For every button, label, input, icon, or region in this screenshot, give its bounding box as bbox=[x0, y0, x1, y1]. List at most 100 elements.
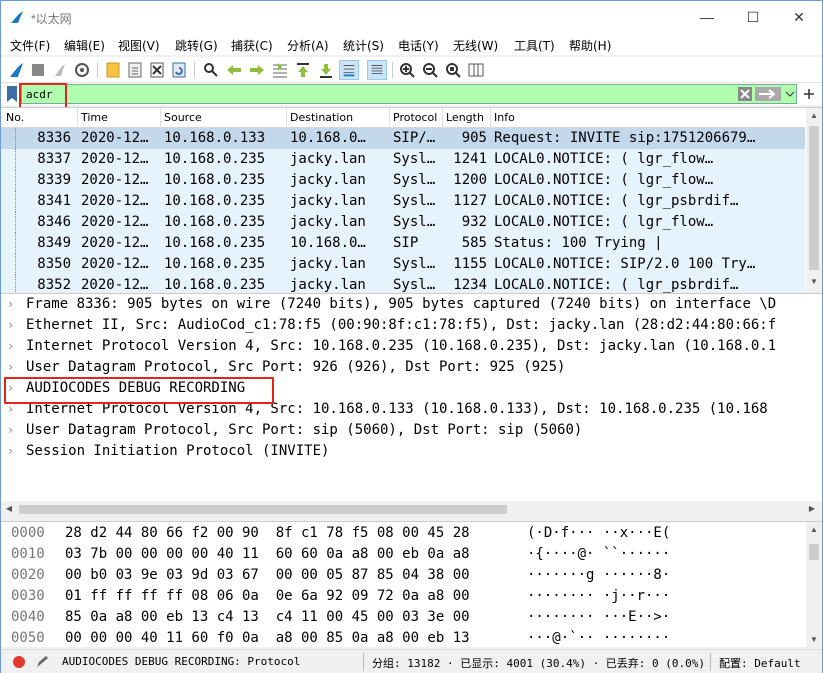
status-bar: AUDIOCODES DEBUG RECORDING: Protocol 分组:… bbox=[1, 649, 822, 673]
column-source[interactable]: Source bbox=[164, 111, 202, 124]
display-filter-input[interactable]: acdr bbox=[21, 84, 797, 104]
packet-cell-len: 585 bbox=[461, 235, 487, 251]
resize-columns-icon[interactable] bbox=[466, 60, 486, 80]
main-window: *以太网 — ☐ ✕ 文件(F) 编辑(E) 视图(V) 跳转(G) 捕获(C)… bbox=[0, 0, 823, 673]
column-destination[interactable]: Destination bbox=[290, 111, 353, 124]
packet-cell-proto: Sysl… bbox=[393, 151, 436, 167]
apply-filter-icon[interactable] bbox=[755, 86, 781, 102]
expand-chevron-icon[interactable]: › bbox=[7, 444, 14, 458]
packet-cell-proto: SIP bbox=[393, 235, 419, 251]
filter-history-dropdown-icon[interactable] bbox=[784, 86, 796, 102]
hex-ascii: ···@·`·· ········ bbox=[527, 630, 671, 646]
close-file-icon[interactable] bbox=[147, 60, 167, 80]
packet-cell-no: 8352 bbox=[37, 277, 71, 293]
capture-options-icon[interactable] bbox=[72, 60, 92, 80]
packet-row[interactable]: 8339 2020-12… 10.168.0.235 jacky.lan Sysl… 12… bbox=[1, 170, 805, 191]
menu-bar: 文件(F) 编辑(E) 视图(V) 跳转(G) 捕获(C) 分析(A) 统计(S… bbox=[1, 33, 822, 55]
packet-cell-no: 8346 bbox=[37, 214, 71, 230]
zoom-normal-icon[interactable] bbox=[443, 60, 463, 80]
menu-analyze[interactable]: 分析(A) bbox=[287, 37, 329, 54]
menu-tools[interactable]: 工具(T) bbox=[514, 37, 555, 54]
column-info[interactable]: Info bbox=[494, 111, 515, 124]
packet-cell-info: LOCAL0.NOTICE: ( lgr_psbrdif… bbox=[494, 277, 739, 293]
title-bar: *以太网 — ☐ ✕ bbox=[1, 1, 822, 33]
add-filter-button-icon[interactable] bbox=[802, 86, 816, 102]
menu-file[interactable]: 文件(F) bbox=[10, 37, 50, 54]
restart-capture-icon[interactable] bbox=[50, 60, 70, 80]
status-packet-stats: 分组: 13182 · 已显示: 4001 (30.4%) · 已丢弃: 0 (… bbox=[372, 657, 706, 670]
menu-telephony[interactable]: 电话(Y) bbox=[398, 37, 439, 54]
menu-wireless[interactable]: 无线(W) bbox=[453, 37, 498, 54]
expand-chevron-icon[interactable]: › bbox=[7, 402, 14, 416]
hex-offset: 0020 bbox=[11, 567, 45, 583]
expand-chevron-icon[interactable]: › bbox=[7, 339, 14, 353]
auto-scroll-icon[interactable] bbox=[339, 60, 359, 80]
menu-edit[interactable]: 编辑(E) bbox=[64, 37, 105, 54]
column-time[interactable]: Time bbox=[81, 111, 108, 124]
packet-cell-info: LOCAL0.NOTICE: SIP/2.0 100 Try… bbox=[494, 256, 756, 272]
close-button[interactable]: ✕ bbox=[776, 1, 822, 33]
packet-cell-len: 932 bbox=[461, 214, 487, 230]
zoom-in-icon[interactable] bbox=[397, 60, 417, 80]
go-forward-icon[interactable] bbox=[247, 60, 267, 80]
packet-cell-info: LOCAL0.NOTICE: ( lgr_psbrdif… bbox=[494, 193, 739, 209]
zoom-out-icon[interactable] bbox=[420, 60, 440, 80]
status-field-info: AUDIOCODES DEBUG RECORDING: Protocol bbox=[62, 655, 301, 668]
packet-bytes: 0000 28 d2 44 80 66 f2 00 90 8f c1 78 f5 … bbox=[1, 521, 822, 647]
edit-comment-icon[interactable] bbox=[34, 654, 50, 670]
packet-cell-no: 8349 bbox=[37, 235, 71, 251]
packet-row[interactable]: 8350 2020-12… 10.168.0.235 jacky.lan Sysl… 11… bbox=[1, 254, 805, 275]
expand-chevron-icon[interactable]: › bbox=[7, 297, 14, 311]
filter-bookmark-icon[interactable] bbox=[5, 85, 19, 103]
packet-cell-len: 1241 bbox=[453, 151, 487, 167]
packet-cell-dst: jacky.lan bbox=[290, 151, 366, 167]
colorize-icon[interactable] bbox=[367, 60, 387, 80]
expand-chevron-icon[interactable]: › bbox=[7, 423, 14, 437]
go-back-icon[interactable] bbox=[224, 60, 244, 80]
first-packet-icon[interactable] bbox=[293, 60, 313, 80]
bytes-scrollbar[interactable]: ▲ ▼ bbox=[806, 522, 822, 647]
expand-chevron-icon[interactable]: › bbox=[7, 360, 14, 374]
detail-text: Frame 8336: 905 bytes on wire (7240 bits… bbox=[26, 296, 777, 312]
packet-cell-info: LOCAL0.NOTICE: ( lgr_flow… bbox=[494, 172, 714, 188]
menu-help[interactable]: 帮助(H) bbox=[569, 37, 611, 54]
capture-status-icon[interactable] bbox=[11, 654, 27, 670]
clear-filter-icon[interactable] bbox=[738, 86, 752, 102]
packet-cell-len: 1234 bbox=[453, 277, 487, 293]
go-to-packet-icon[interactable] bbox=[270, 60, 290, 80]
menu-go[interactable]: 跳转(G) bbox=[175, 37, 218, 54]
column-length[interactable]: Length bbox=[446, 111, 484, 124]
packet-cell-src: 10.168.0.235 bbox=[164, 235, 266, 251]
packet-cell-src: 10.168.0.133 bbox=[164, 130, 266, 146]
start-capture-icon[interactable] bbox=[6, 60, 26, 80]
packet-row[interactable]: 8346 2020-12… 10.168.0.235 jacky.lan Sysl… 93… bbox=[1, 212, 805, 233]
menu-capture[interactable]: 捕获(C) bbox=[231, 37, 273, 54]
save-file-icon[interactable] bbox=[125, 60, 145, 80]
packet-cell-no: 8337 bbox=[37, 151, 71, 167]
packet-list-scrollbar[interactable]: ▲ ▼ bbox=[806, 108, 822, 290]
details-horizontal-scrollbar[interactable]: ◀ ▶ bbox=[1, 501, 822, 517]
packet-cell-src: 10.168.0.235 bbox=[164, 193, 266, 209]
reload-file-icon[interactable] bbox=[169, 60, 189, 80]
packet-cell-time: 2020-12… bbox=[81, 130, 149, 146]
open-file-icon[interactable] bbox=[103, 60, 123, 80]
menu-statistics[interactable]: 统计(S) bbox=[343, 37, 384, 54]
column-protocol[interactable]: Protocol bbox=[393, 111, 437, 124]
minimize-button[interactable]: — bbox=[684, 1, 730, 33]
stop-capture-icon[interactable] bbox=[28, 60, 48, 80]
packet-row[interactable]: 8336 2020-12… 10.168.0.133 10.168.0… SIP/… 90… bbox=[1, 128, 805, 149]
packet-row[interactable]: 8337 2020-12… 10.168.0.235 jacky.lan Sysl… 12… bbox=[1, 149, 805, 170]
detail-text: User Datagram Protocol, Src Port: 926 (9… bbox=[26, 359, 566, 375]
packet-cell-info: Request: INVITE sip:1751206679… bbox=[494, 130, 756, 146]
status-profile[interactable]: 配置: Default bbox=[719, 655, 801, 671]
menu-view[interactable]: 视图(V) bbox=[118, 37, 160, 54]
packet-cell-time: 2020-12… bbox=[81, 151, 149, 167]
expand-chevron-icon[interactable]: › bbox=[7, 318, 14, 332]
packet-row[interactable]: 8341 2020-12… 10.168.0.235 jacky.lan Sysl… 11… bbox=[1, 191, 805, 212]
column-no[interactable]: No. bbox=[6, 111, 24, 124]
maximize-button[interactable]: ☐ bbox=[730, 1, 776, 33]
packet-cell-dst: 10.168.0… bbox=[290, 235, 366, 251]
packet-row[interactable]: 8349 2020-12… 10.168.0.235 10.168.0… SIP 585 S… bbox=[1, 233, 805, 254]
last-packet-icon[interactable] bbox=[316, 60, 336, 80]
find-packet-icon[interactable] bbox=[200, 60, 220, 80]
